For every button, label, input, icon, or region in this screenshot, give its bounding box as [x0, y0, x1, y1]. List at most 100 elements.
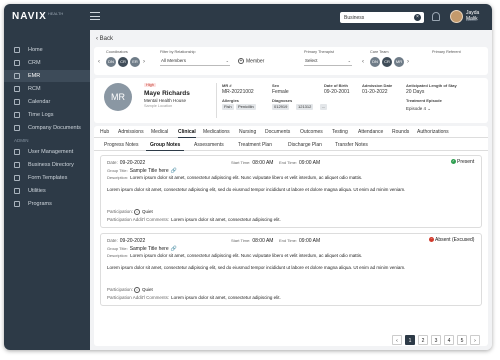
- chevron-down-icon: ⌄: [347, 58, 351, 63]
- check-circle-icon: ✓: [451, 159, 456, 165]
- relationship-filter-select[interactable]: All Members ⌄: [160, 58, 230, 66]
- next-page-button[interactable]: ›: [470, 335, 480, 345]
- note-group-title: Group Title: Sample Title here 🔗: [107, 168, 177, 174]
- next-arrow-icon[interactable]: ›: [143, 59, 145, 65]
- app-window: NAVIXHEALTH Business × Jayda Malik Admin…: [4, 4, 492, 350]
- patient-location: Sample Location: [144, 104, 173, 108]
- rcm-icon: [14, 86, 20, 92]
- note-start-time: Start Time: 08:00 AM: [231, 238, 274, 244]
- care-team-chip[interactable]: DN: [370, 57, 380, 67]
- business-select-value: Business: [344, 15, 365, 21]
- prev-arrow-icon[interactable]: ‹: [98, 59, 100, 65]
- sidebar-item-utilities[interactable]: Utilities: [4, 185, 90, 197]
- sidebar-item-time-logs[interactable]: Time Logs: [4, 109, 90, 121]
- sidebar-item-rcm[interactable]: RCM: [4, 83, 90, 95]
- sidebar-item-programs[interactable]: Programs: [4, 198, 90, 210]
- note-start-time: Start Time: 08:00 AM: [231, 160, 274, 166]
- tab-medications[interactable]: Medications: [203, 129, 230, 135]
- tab-rounds[interactable]: Rounds: [392, 129, 409, 135]
- sidebar: Home CRM EMR RCM Calendar Time Logs Comp…: [4, 30, 90, 350]
- note-body: Lorem ipsum dolor sit amet, consectetur …: [107, 265, 406, 270]
- note-end-time: End Time: 09:00 AM: [279, 160, 321, 166]
- allergy-tag: Fish: [222, 104, 234, 110]
- filter-bar: Coordinators ‹ DN CR ER › Filter by Rela…: [94, 47, 488, 75]
- user-avatar[interactable]: [450, 10, 463, 23]
- link-icon[interactable]: 🔗: [171, 246, 177, 252]
- note-participation-comments: Participation Addit'l Comments: Lorem ips…: [107, 295, 281, 300]
- coordinator-chip[interactable]: CR: [118, 57, 128, 67]
- app-logo[interactable]: NAVIXHEALTH: [12, 11, 63, 22]
- business-select[interactable]: Business ×: [340, 12, 424, 23]
- tab-admissions[interactable]: Admissions: [118, 129, 144, 135]
- sidebar-item-home[interactable]: Home: [4, 44, 90, 56]
- tab-attendance[interactable]: Attendance: [358, 129, 383, 135]
- admission-value: 01-20-2022: [362, 89, 388, 95]
- length-of-stay-label: Anticipated Length of Stay: [406, 83, 457, 88]
- tab-authorizations[interactable]: Authorizations: [417, 129, 449, 135]
- tab-outcomes[interactable]: Outcomes: [300, 129, 323, 135]
- add-member-button[interactable]: + Member: [238, 58, 264, 64]
- prev-page-button[interactable]: ‹: [392, 335, 402, 345]
- tab-documents[interactable]: Documents: [265, 129, 290, 135]
- tab-medical[interactable]: Medical: [151, 129, 168, 135]
- diagnoses-label: Diagnoses: [272, 98, 293, 103]
- care-team-chip[interactable]: CR: [382, 57, 392, 67]
- top-bar: NAVIXHEALTH Business × Jayda Malik Admin: [4, 4, 492, 30]
- treatment-episode-select[interactable]: Episode 4 ⌄: [406, 106, 431, 112]
- back-button[interactable]: ‹ Back: [96, 36, 113, 42]
- page-button[interactable]: 5: [457, 335, 467, 345]
- secondary-tabs: Progress Notes Group Notes Assessments T…: [94, 140, 488, 151]
- page-button[interactable]: 3: [431, 335, 441, 345]
- link-icon[interactable]: 🔗: [171, 168, 177, 174]
- minus-circle-icon: −: [429, 237, 434, 243]
- tab-discharge-plan[interactable]: Discharge Plan: [288, 142, 322, 148]
- page-button[interactable]: 4: [444, 335, 454, 345]
- clear-icon[interactable]: ×: [414, 14, 421, 21]
- length-of-stay-value: 20 Days: [406, 89, 425, 95]
- tab-nursing[interactable]: Nursing: [239, 129, 256, 135]
- note-end-time: End Time: 09:00 AM: [279, 238, 321, 244]
- menu-toggle-icon[interactable]: [90, 12, 100, 20]
- tab-hub[interactable]: Hub: [100, 129, 109, 135]
- tab-group-notes[interactable]: Group Notes: [145, 142, 185, 151]
- primary-therapist-label: Primary Therapist: [304, 50, 334, 54]
- coordinator-chip[interactable]: ER: [130, 57, 140, 67]
- group-note-card[interactable]: Date: 09-20-2022 Group Title: Sample Title…: [100, 155, 482, 228]
- main-content: ‹ Back Coordinators ‹ DN CR ER › Filter …: [90, 30, 492, 350]
- tab-transfer-notes[interactable]: Transfer Notes: [335, 142, 368, 148]
- primary-therapist-select[interactable]: Select ⌄: [304, 58, 352, 66]
- sex-value: Female: [272, 89, 289, 95]
- priority-badge: High: [144, 83, 156, 87]
- tab-clinical[interactable]: Clinical: [178, 129, 196, 138]
- allergies-label: Allergies: [222, 98, 239, 103]
- sidebar-item-calendar[interactable]: Calendar: [4, 96, 90, 108]
- coordinator-chip[interactable]: DN: [106, 57, 116, 67]
- sidebar-item-form-templates[interactable]: Form Templates: [4, 172, 90, 184]
- group-note-card[interactable]: Date: 09-20-2022 Group Title: Sample Title…: [100, 233, 482, 306]
- next-arrow-icon[interactable]: ›: [407, 59, 409, 65]
- utilities-icon: [14, 188, 20, 194]
- diagnosis-more-tag[interactable]: ...: [320, 104, 328, 110]
- treatment-episode-label: Treatment Episode: [406, 98, 442, 103]
- prev-arrow-icon[interactable]: ‹: [362, 59, 364, 65]
- sidebar-item-crm[interactable]: CRM: [4, 57, 90, 69]
- relationship-filter-label: Filter by Relationship: [160, 50, 196, 54]
- sidebar-item-business-directory[interactable]: Business Directory: [4, 159, 90, 171]
- note-date: Date: 09-20-2022: [107, 238, 146, 244]
- tab-assessments[interactable]: Assessments: [194, 142, 224, 148]
- sidebar-item-emr[interactable]: EMR: [4, 70, 90, 82]
- notification-bell-icon[interactable]: [432, 12, 440, 21]
- neutral-face-icon: •: [134, 287, 141, 293]
- sidebar-item-user-management[interactable]: User Management: [4, 146, 90, 158]
- tab-testing[interactable]: Testing: [332, 129, 348, 135]
- care-team-chip[interactable]: MR: [394, 57, 404, 67]
- note-description: Description: Lorem ipsum dolor sit amet, …: [107, 175, 363, 180]
- note-group-title: Group Title: Sample Title here 🔗: [107, 246, 177, 252]
- page-button[interactable]: 2: [418, 335, 428, 345]
- page-button[interactable]: 1: [405, 335, 415, 345]
- tab-progress-notes[interactable]: Progress Notes: [104, 142, 138, 148]
- tab-treatment-plan[interactable]: Treatment Plan: [238, 142, 272, 148]
- sidebar-item-company-documents[interactable]: Company Documents: [4, 122, 90, 134]
- mrn-value: MR-20221002: [222, 89, 254, 95]
- primary-referent-label: Primary Referent: [432, 50, 461, 54]
